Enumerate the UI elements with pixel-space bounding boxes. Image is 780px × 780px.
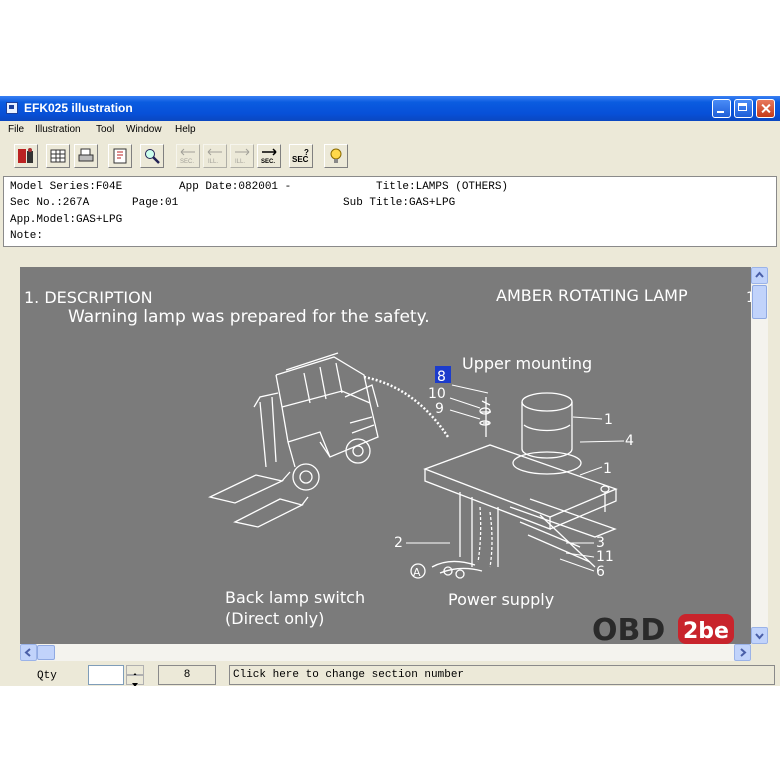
callout-8[interactable]: 8	[437, 369, 446, 385]
scroll-left-button[interactable]	[20, 644, 37, 661]
prev-illustration-icon: ILL.	[207, 148, 222, 165]
watermark-logo: OBD 2be	[590, 610, 740, 648]
scroll-left-icon	[24, 648, 31, 657]
qty-decrement-button[interactable]	[126, 675, 144, 686]
page-number: Page:01	[132, 197, 179, 209]
magnifier-icon	[145, 149, 160, 164]
menu-window[interactable]: Window	[126, 124, 162, 135]
sub-title: Sub Title:GAS+LPG	[343, 197, 456, 209]
qty-spinner[interactable]	[126, 665, 144, 686]
app-model: App.Model:GAS+LPG	[10, 214, 123, 226]
svg-text:ILL.: ILL.	[235, 159, 245, 165]
maximize-button[interactable]	[734, 99, 753, 118]
illustration-drawing: 1. DESCRIPTION AMBER ROTATING LAMP Warni…	[24, 286, 751, 628]
next-section-button[interactable]: SEC.	[257, 144, 281, 168]
lamp-name: AMBER ROTATING LAMP	[496, 286, 688, 305]
scroll-down-button[interactable]	[751, 627, 768, 644]
scroll-down-icon	[755, 633, 764, 640]
callout-2[interactable]: 2	[394, 535, 403, 551]
section-number: Sec No.:267A	[10, 197, 90, 209]
exit-icon	[18, 148, 33, 163]
app-window: EFK025 illustration File Illustration To…	[0, 96, 780, 686]
print-icon	[78, 148, 94, 162]
toolbar: SEC. ILL. ILL. SEC. SEC?	[0, 140, 780, 172]
prev-section-icon: SEC.	[180, 148, 195, 165]
scroll-right-icon	[740, 648, 747, 657]
next-illustration-icon: ILL.	[235, 148, 250, 165]
lamp-assembly-drawing	[410, 392, 618, 579]
grid-icon	[50, 149, 66, 163]
direct-only-label: (Direct only)	[225, 609, 324, 628]
qty-input[interactable]	[88, 665, 124, 685]
vertical-scrollbar[interactable]	[751, 267, 768, 644]
change-section-hint[interactable]: Click here to change section number	[229, 665, 775, 685]
svg-text:ILL.: ILL.	[208, 159, 218, 165]
qty-label: Qty	[37, 670, 57, 682]
next-section-icon: SEC.	[261, 148, 277, 165]
help-bulb-icon	[330, 148, 342, 163]
print-button[interactable]	[74, 144, 98, 168]
prev-section-button[interactable]: SEC.	[176, 144, 200, 168]
close-button[interactable]	[756, 99, 775, 118]
section-query-button[interactable]: SEC?	[289, 144, 313, 168]
next-illustration-button[interactable]: ILL.	[230, 144, 254, 168]
section-query-icon: SEC?	[292, 148, 309, 164]
vertical-scroll-thumb[interactable]	[752, 285, 767, 319]
title-bar[interactable]: EFK025 illustration	[0, 96, 780, 121]
menu-bar: File Illustration Tool Window Help	[0, 121, 780, 139]
search-button[interactable]	[140, 144, 164, 168]
note: Note:	[10, 230, 44, 242]
forklift-drawing	[208, 352, 450, 528]
section-number-box[interactable]: 8	[158, 665, 216, 685]
scroll-up-icon	[755, 271, 764, 278]
menu-illustration[interactable]: Illustration	[35, 124, 81, 135]
horizontal-scroll-thumb[interactable]	[37, 645, 55, 660]
callout-10[interactable]: 10	[428, 386, 446, 402]
book-button[interactable]	[108, 144, 132, 168]
callout-11[interactable]: 11	[596, 549, 614, 565]
window-title: EFK025 illustration	[24, 101, 133, 115]
callout-4[interactable]: 4	[625, 433, 634, 449]
back-lamp-switch-label: Back lamp switch	[225, 588, 365, 607]
qty-increment-button[interactable]	[126, 665, 144, 677]
exit-button[interactable]	[14, 144, 38, 168]
watermark-text-right: 2be	[683, 619, 729, 644]
watermark-graphic: OBD 2be	[592, 613, 734, 648]
page-title: Title:LAMPS (OTHERS)	[376, 181, 509, 193]
book-icon	[113, 148, 127, 164]
app-date: App Date:082001 -	[179, 181, 292, 193]
svg-text:?: ?	[304, 148, 309, 157]
minimize-button[interactable]	[712, 99, 731, 118]
callout-6[interactable]: 6	[596, 564, 605, 580]
menu-tool[interactable]: Tool	[96, 124, 114, 135]
upper-mounting-label: Upper mounting	[462, 354, 592, 373]
status-bar: Qty 8 Click here to change section numbe…	[0, 664, 780, 686]
menu-help[interactable]: Help	[175, 124, 196, 135]
svg-text:SEC.: SEC.	[261, 159, 275, 165]
info-panel: Model Series:F04E App Date:082001 - Titl…	[3, 176, 777, 247]
callout-1-lower[interactable]: 1	[603, 461, 612, 477]
scroll-up-button[interactable]	[751, 267, 768, 284]
illustration-canvas[interactable]: 1. DESCRIPTION AMBER ROTATING LAMP Warni…	[20, 267, 751, 644]
svg-text:SEC.: SEC.	[180, 159, 194, 165]
model-series: Model Series:F04E	[10, 181, 123, 193]
description-heading: 1. DESCRIPTION	[24, 288, 153, 307]
spin-down-icon	[132, 683, 138, 686]
callout-a[interactable]: A	[413, 566, 421, 579]
power-supply-label: Power supply	[448, 590, 554, 609]
watermark-text-left: OBD	[592, 613, 665, 648]
menu-file[interactable]: File	[8, 124, 24, 135]
callout-9[interactable]: 9	[435, 401, 444, 417]
help-button[interactable]	[324, 144, 348, 168]
prev-illustration-button[interactable]: ILL.	[203, 144, 227, 168]
grid-button[interactable]	[46, 144, 70, 168]
app-icon[interactable]	[6, 102, 18, 114]
callout-1-upper[interactable]: 1	[604, 412, 613, 428]
description-text: Warning lamp was prepared for the safety…	[68, 307, 430, 327]
